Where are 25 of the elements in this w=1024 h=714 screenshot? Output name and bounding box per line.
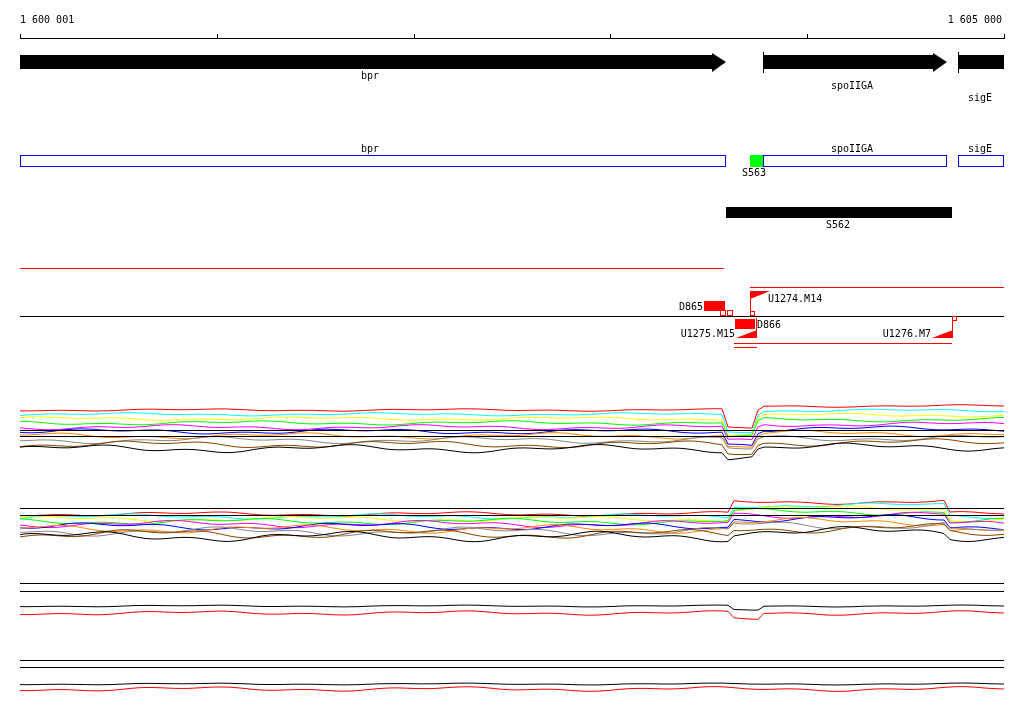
- junction-marker: [750, 311, 755, 316]
- cds-label: sigE: [967, 143, 993, 154]
- gene-label: sigE: [967, 92, 993, 103]
- coordinate-label: 1 605 000: [947, 14, 1002, 25]
- site-marker[interactable]: [750, 155, 763, 167]
- gene-arrow[interactable]: [958, 51, 1004, 74]
- coordinate-label: 1 600 001: [20, 14, 75, 25]
- feature-label: D866: [757, 319, 782, 330]
- feature-label: U1276.M7: [882, 328, 931, 339]
- gene-label: spoIIGA: [830, 80, 874, 91]
- cds-box[interactable]: [20, 155, 726, 167]
- gene-arrow[interactable]: [20, 53, 726, 72]
- gene-label: bpr: [360, 70, 380, 81]
- feature-label: D865: [678, 301, 703, 312]
- cds-label: bpr: [360, 143, 380, 154]
- feature-flag[interactable]: [750, 290, 770, 317]
- gene-arrow[interactable]: [763, 51, 947, 74]
- cds-box[interactable]: [763, 155, 947, 167]
- feature-label: U1275.M15: [680, 328, 735, 339]
- cds-label: spoIIGA: [830, 143, 874, 154]
- segment-label: S562: [825, 219, 851, 230]
- junction-marker: [952, 316, 957, 321]
- feature-label: U1274.M14: [768, 293, 823, 304]
- cds-box[interactable]: [958, 155, 1004, 167]
- site-label: S563: [741, 167, 767, 178]
